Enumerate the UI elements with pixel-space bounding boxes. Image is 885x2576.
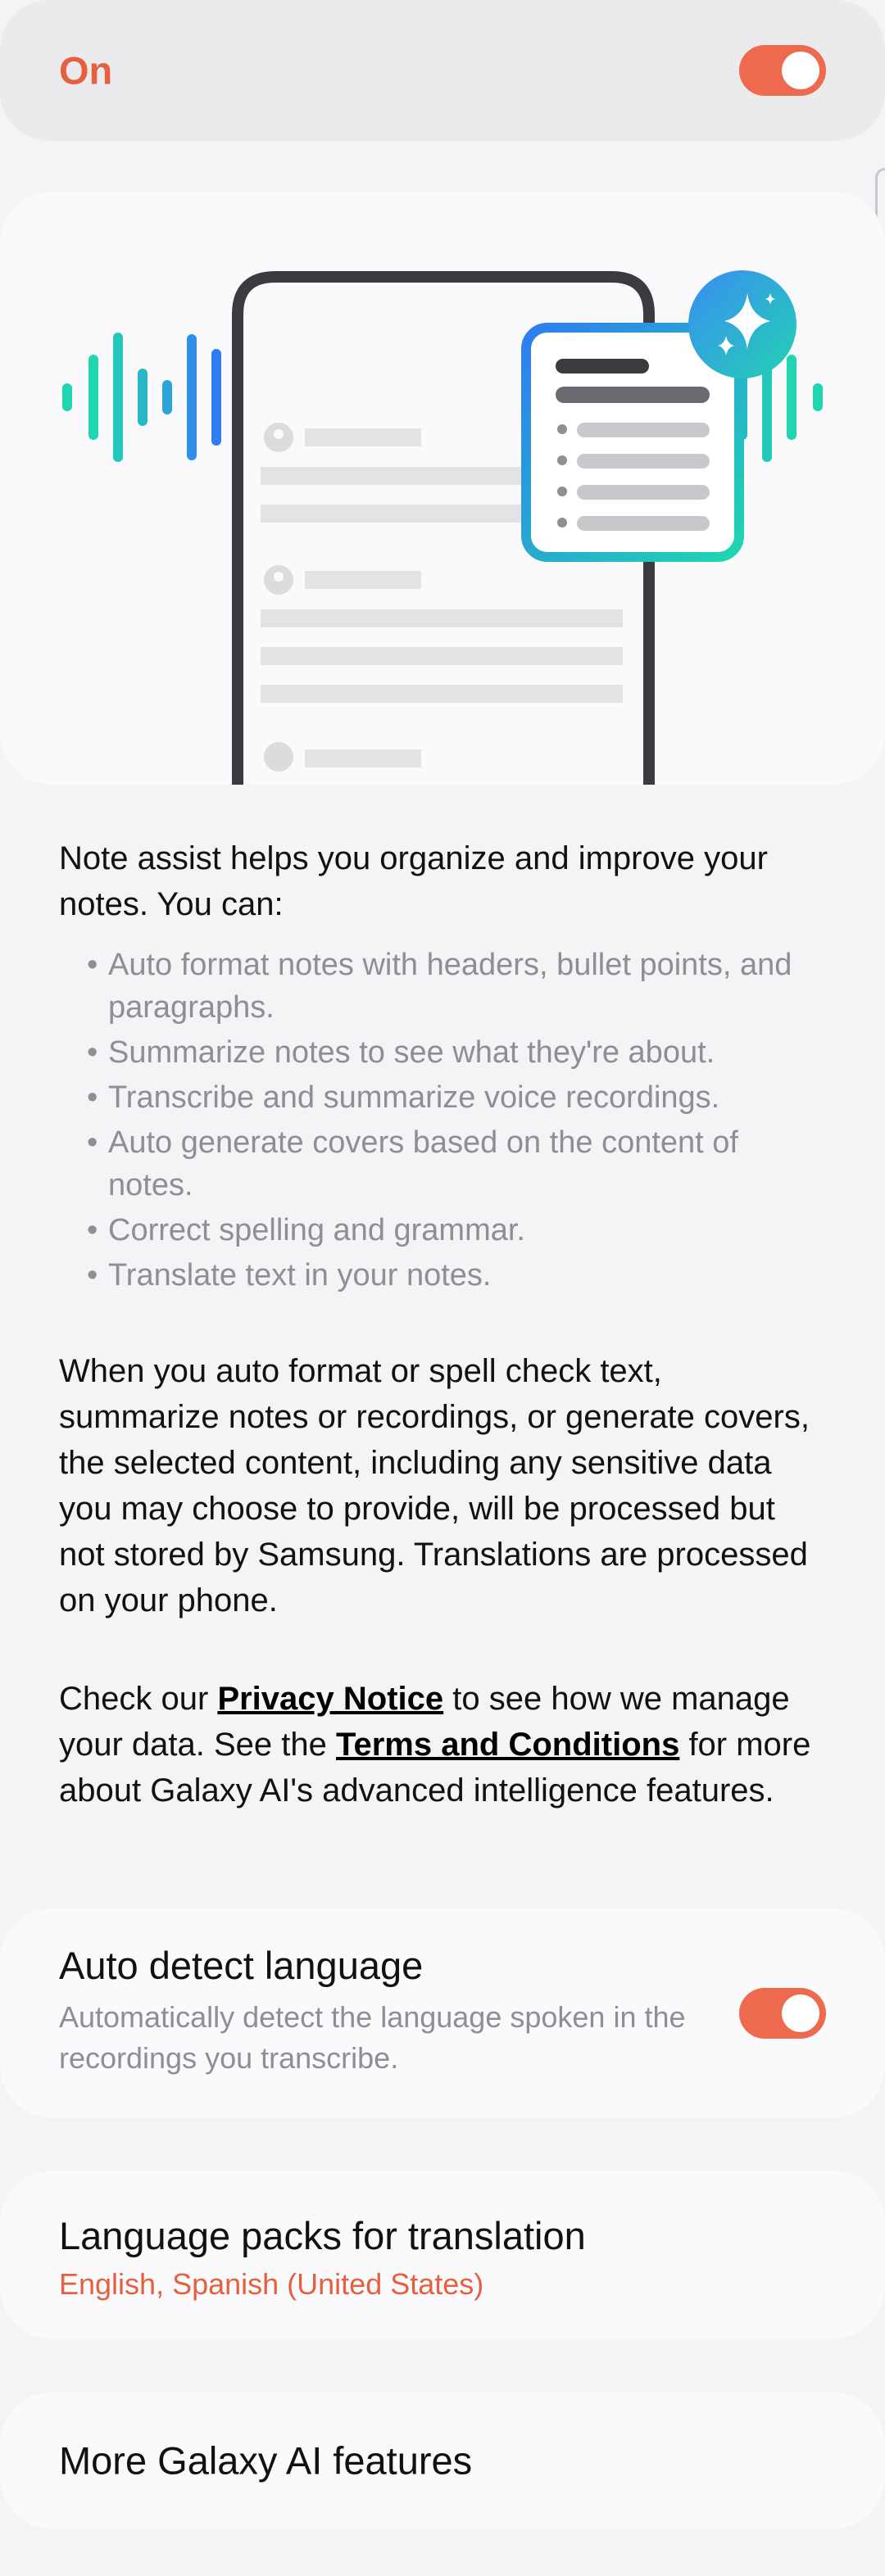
toggle-knob — [782, 52, 819, 89]
language-packs-row[interactable]: Language packs for translation English, … — [0, 2171, 885, 2339]
more-galaxy-ai-row[interactable]: More Galaxy AI features — [0, 2392, 885, 2529]
list-item: Translate text in your notes. — [87, 1254, 824, 1297]
feature-list: Auto format notes with headers, bullet p… — [87, 944, 824, 1299]
list-item: Auto format notes with headers, bullet p… — [87, 944, 824, 1029]
auto-detect-subtitle: Automatically detect the language spoken… — [59, 2000, 686, 2075]
list-item: Transcribe and summarize voice recording… — [87, 1076, 824, 1119]
master-toggle[interactable] — [739, 45, 826, 96]
left-soundwave — [62, 333, 221, 462]
toggle-knob — [782, 1994, 819, 2032]
terms-link[interactable]: Terms and Conditions — [336, 1727, 679, 1763]
auto-detect-toggle[interactable] — [739, 1988, 826, 2039]
note-assist-illustration — [62, 270, 823, 785]
ai-sparkle-icon — [688, 270, 796, 378]
list-item: Correct spelling and grammar. — [87, 1209, 824, 1252]
auto-detect-title: Auto detect language — [59, 1944, 424, 1987]
more-galaxy-ai-title: More Galaxy AI features — [59, 2438, 473, 2483]
master-switch-row[interactable]: On — [0, 0, 885, 141]
master-switch-label: On — [59, 48, 113, 93]
list-item: Auto generate covers based on the conten… — [87, 1121, 824, 1207]
auto-detect-row[interactable]: Auto detect language Automatically detec… — [0, 1908, 885, 2118]
privacy-notice-link[interactable]: Privacy Notice — [217, 1681, 443, 1717]
processing-disclosure: When you auto format or spell check text… — [59, 1353, 810, 1618]
privacy-prefix: Check our — [59, 1681, 209, 1717]
privacy-text: Check our Privacy Notice to see how we m… — [59, 1676, 829, 1813]
language-packs-title: Language packs for translation — [59, 2214, 586, 2257]
illustration-card — [0, 192, 885, 785]
language-packs-value: English, Spanish (United States) — [59, 2267, 484, 2301]
intro-text: Note assist helps you organize and impro… — [59, 840, 768, 922]
list-item: Summarize notes to see what they're abou… — [87, 1031, 824, 1074]
